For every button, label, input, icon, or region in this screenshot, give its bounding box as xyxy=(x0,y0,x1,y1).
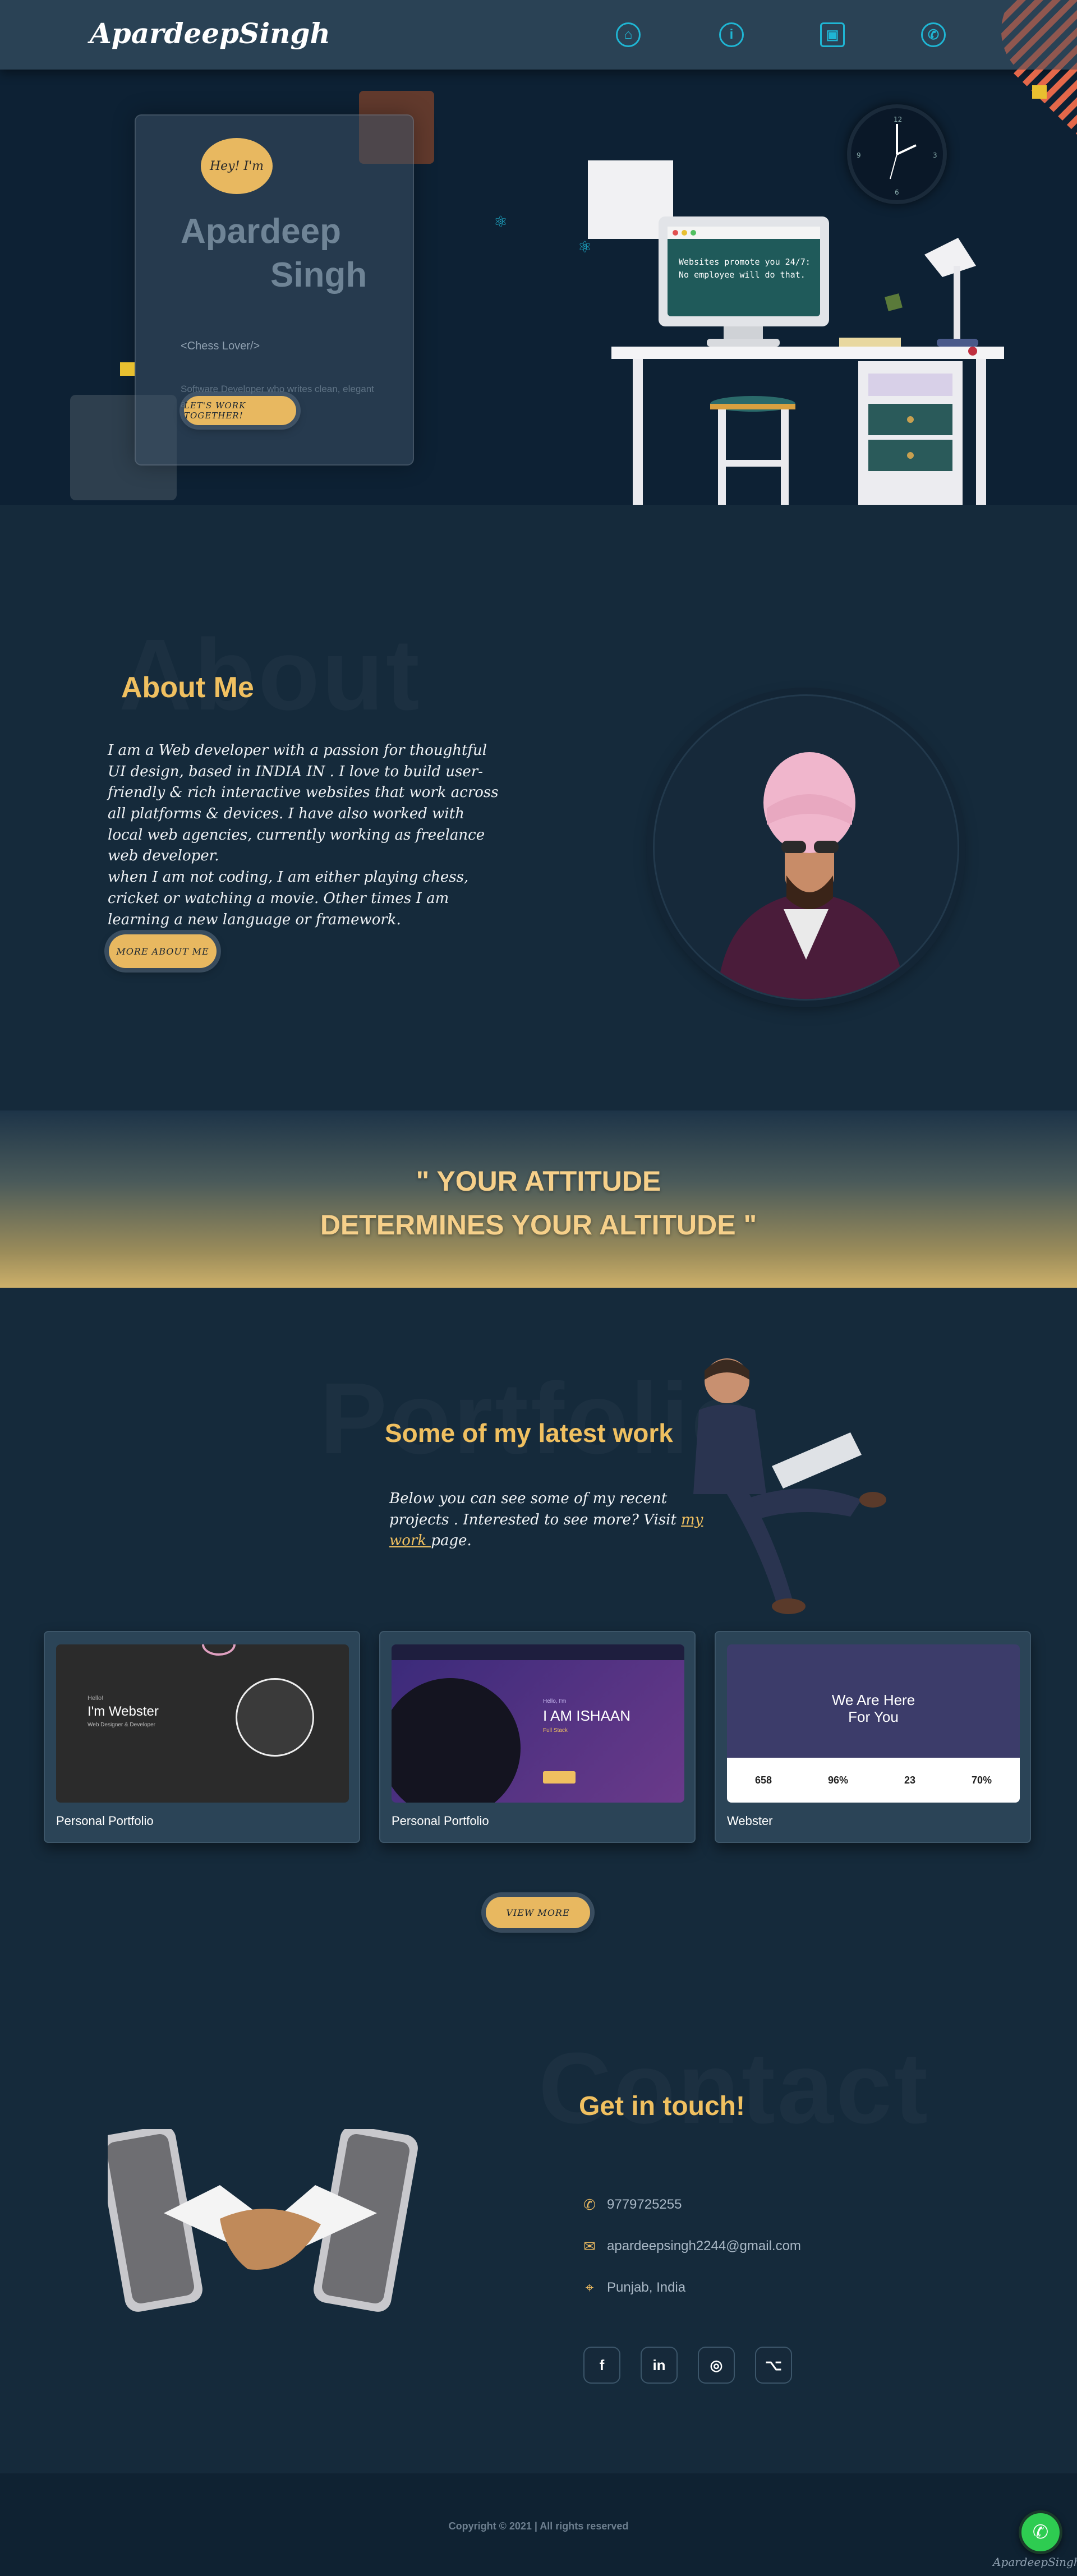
quote-banner: " YOUR ATTITUDE DETERMINES YOUR ALTITUDE… xyxy=(0,1110,1077,1288)
info-icon[interactable]: i xyxy=(719,22,744,47)
location-pin-icon: ⌖ xyxy=(585,2279,594,2296)
developer-illustration xyxy=(682,1348,906,1618)
hero-section: Hey! I'm Apardeep Singh <Chess Lover/> S… xyxy=(0,70,1077,505)
phone-icon[interactable]: ✆ xyxy=(921,22,946,47)
monitor-screen-text: Websites promote you 24/7: No employee w… xyxy=(679,257,811,280)
phone-icon: ✆ xyxy=(583,2196,596,2213)
more-about-me-button[interactable]: MORE ABOUT ME xyxy=(109,934,217,968)
quote-text: " YOUR ATTITUDE DETERMINES YOUR ALTITUDE… xyxy=(320,1165,757,1241)
top-navbar: ApardeepSingh ⌂ i ▣ ✆ xyxy=(0,0,1077,70)
about-text: I am a Web developer with a passion for … xyxy=(108,742,499,928)
facebook-icon[interactable]: f xyxy=(583,2347,620,2384)
portfolio-section: Portfolio Some of my latest work Below y… xyxy=(0,1288,1077,2019)
contact-section: Contact Get in touch! ✆9779725255 ✉apard… xyxy=(0,2019,1077,2473)
stats-bar: 658 96% 23 70% xyxy=(727,1758,1020,1803)
contact-email[interactable]: ✉ apardeepsingh2244@gmail.com xyxy=(581,2238,801,2255)
contact-title: Get in touch! xyxy=(579,2091,745,2121)
portfolio-card-label: Personal Portfolio xyxy=(392,1814,489,1828)
svg-text:12: 12 xyxy=(894,116,902,123)
portfolio-card[interactable]: Hello, I'm I AM ISHAAN Full Stack Person… xyxy=(379,1631,696,1843)
desk-illustration xyxy=(561,154,1021,505)
portfolio-card[interactable]: Hello! I'm Webster Web Designer & Develo… xyxy=(44,1631,360,1843)
footer: Copyright © 2021 | All rights reserved A… xyxy=(0,2473,1077,2576)
about-section: About About Me I am a Web developer with… xyxy=(0,505,1077,1110)
portfolio-card-label: Webster xyxy=(727,1814,773,1828)
contact-location: ⌖ Punjab, India xyxy=(581,2279,685,2296)
react-icon: ⚛ xyxy=(494,213,508,231)
site-logo[interactable]: ApardeepSingh xyxy=(90,17,330,50)
portfolio-thumbnail: Hello, I'm I AM ISHAAN Full Stack xyxy=(392,1644,684,1803)
home-icon[interactable]: ⌂ xyxy=(616,22,641,47)
contact-ghost-heading: Contact xyxy=(538,2030,930,2146)
footer-signature: ApardeepSingh xyxy=(993,2555,1077,2569)
portfolio-thumbnail: We Are Here For You 658 96% 23 70% xyxy=(727,1644,1020,1803)
linkedin-icon[interactable]: in xyxy=(641,2347,678,2384)
profile-portrait xyxy=(653,694,959,1001)
portfolio-card[interactable]: We Are Here For You 658 96% 23 70% Webst… xyxy=(715,1631,1031,1843)
sticky-note-icon xyxy=(120,362,135,376)
greeting-bubble: Hey! I'm xyxy=(201,138,273,194)
intro-card: Hey! I'm Apardeep Singh <Chess Lover/> S… xyxy=(135,114,414,466)
portfolio-title: Some of my latest work xyxy=(385,1418,673,1448)
avatar xyxy=(236,1678,314,1757)
about-title: About Me xyxy=(121,671,254,704)
handshake-illustration xyxy=(98,2126,433,2320)
github-icon[interactable]: ⌥ xyxy=(755,2347,792,2384)
work-together-button[interactable]: LET'S WORK TOGETHER! xyxy=(184,396,296,425)
mail-icon: ✉ xyxy=(583,2237,596,2255)
portfolio-card-label: Personal Portfolio xyxy=(56,1814,154,1828)
hero-tagline: <Chess Lover/> xyxy=(181,340,260,352)
hero-name: Apardeep Singh xyxy=(181,212,367,294)
portfolio-thumbnail: Hello! I'm Webster Web Designer & Develo… xyxy=(56,1644,349,1803)
view-more-button[interactable]: VIEW MORE xyxy=(486,1897,590,1928)
corner-stripes-decoration xyxy=(965,0,1077,135)
contact-phone[interactable]: ✆ 9779725255 xyxy=(581,2196,682,2213)
instagram-icon[interactable]: ◎ xyxy=(698,2347,735,2384)
portfolio-icon[interactable]: ▣ xyxy=(820,22,845,47)
portfolio-description: Below you can see some of my recent proj… xyxy=(389,1490,703,1550)
avatar xyxy=(392,1678,521,1803)
copyright-text: Copyright © 2021 | All rights reserved xyxy=(448,2520,629,2532)
whatsapp-icon[interactable]: ✆ xyxy=(1019,2510,1062,2554)
